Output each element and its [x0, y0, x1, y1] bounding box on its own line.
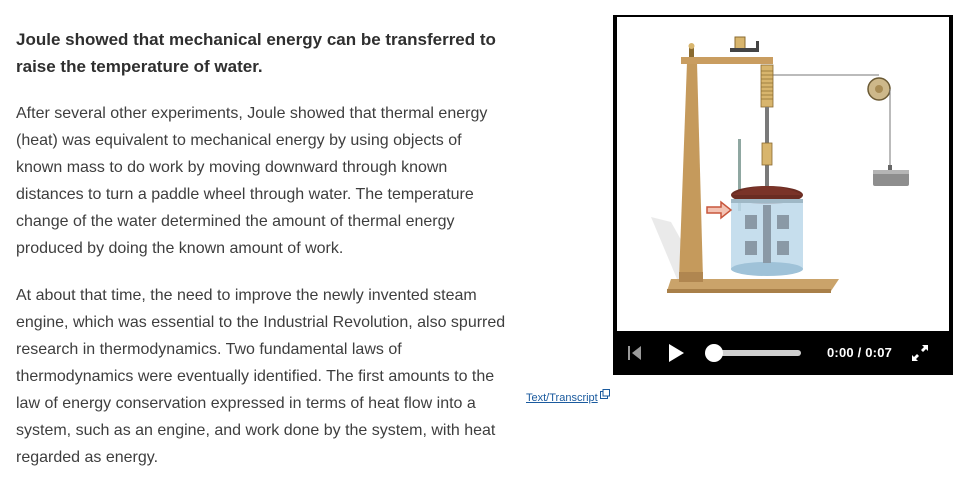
time-display: 0:00 / 0:07: [827, 345, 893, 360]
video-frame[interactable]: [617, 17, 949, 331]
video-controls: 0:00 / 0:07: [613, 331, 953, 375]
video-player[interactable]: 0:00 / 0:07: [613, 15, 953, 375]
seek-track[interactable]: [711, 350, 801, 356]
skip-to-start-icon[interactable]: [627, 344, 643, 362]
fullscreen-icon[interactable]: [911, 344, 929, 362]
paragraph-1: After several other experiments, Joule s…: [16, 105, 488, 257]
external-link-icon: [599, 389, 610, 399]
seek-slider[interactable]: [705, 344, 805, 362]
transcript-link-label[interactable]: Text/Transcript: [526, 392, 598, 404]
play-icon[interactable]: [667, 343, 685, 363]
section-heading: Joule showed that mechanical energy can …: [16, 30, 496, 76]
seek-handle[interactable]: [705, 344, 723, 362]
article-text: Joule showed that mechanical energy can …: [16, 26, 512, 491]
transcript-link[interactable]: Text/Transcript: [526, 389, 610, 404]
paragraph-2: At about that time, the need to improve …: [16, 287, 506, 466]
joule-apparatus-illustration: [651, 36, 909, 293]
